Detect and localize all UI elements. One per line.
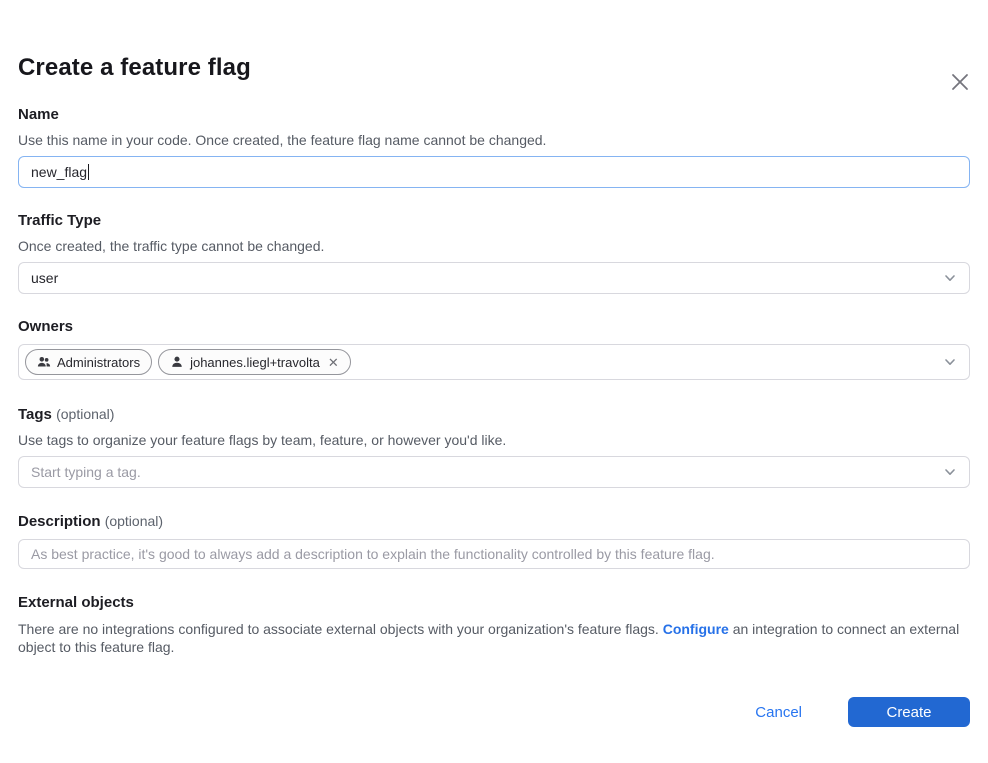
owners-label: Owners [18, 319, 970, 335]
description-input-wrap [18, 539, 970, 569]
external-objects-text-before: There are no integrations configured to … [18, 621, 663, 637]
tags-label-text: Tags [18, 406, 52, 423]
create-button[interactable]: Create [848, 697, 970, 727]
description-label-text: Description [18, 513, 101, 530]
name-input-value: new_flag [31, 164, 87, 180]
traffic-type-select[interactable]: user [18, 262, 970, 294]
close-button[interactable] [946, 68, 974, 96]
configure-link[interactable]: Configure [663, 621, 729, 637]
external-objects-label: External objects [18, 595, 970, 611]
traffic-type-selected-value: user [31, 270, 58, 286]
name-label: Name [18, 107, 970, 123]
name-input[interactable]: new_flag [18, 156, 970, 188]
create-feature-flag-dialog: Create a feature flag Name Use this name… [0, 54, 988, 763]
description-input[interactable] [31, 546, 957, 562]
person-icon [170, 355, 184, 369]
owner-chip-label: Administrators [57, 355, 140, 370]
name-help-text: Use this name in your code. Once created… [18, 132, 970, 148]
tags-label: Tags (optional) [18, 406, 970, 423]
description-optional-text: (optional) [105, 513, 163, 529]
tags-help-text: Use tags to organize your feature flags … [18, 432, 970, 448]
chevron-down-icon [943, 355, 957, 369]
external-objects-text: There are no integrations configured to … [18, 620, 970, 656]
owner-chip-administrators[interactable]: Administrators [25, 349, 152, 375]
owner-chip-label: johannes.liegl+travolta [190, 355, 320, 370]
chevron-down-icon [943, 465, 957, 479]
group-icon [37, 355, 51, 369]
tags-optional-text: (optional) [56, 406, 114, 422]
tags-placeholder: Start typing a tag. [31, 464, 141, 480]
dialog-footer: Cancel Create [18, 697, 970, 727]
remove-owner-icon[interactable]: ✕ [328, 356, 339, 369]
traffic-type-label: Traffic Type [18, 213, 970, 229]
traffic-type-help-text: Once created, the traffic type cannot be… [18, 238, 970, 254]
text-caret [88, 164, 89, 180]
dialog-title: Create a feature flag [18, 54, 970, 82]
description-label: Description (optional) [18, 513, 970, 530]
tags-select[interactable]: Start typing a tag. [18, 456, 970, 488]
owners-select[interactable]: Administrators johannes.liegl+travolta ✕ [18, 344, 970, 380]
chevron-down-icon [943, 271, 957, 285]
cancel-button[interactable]: Cancel [755, 704, 802, 721]
owner-chip-user[interactable]: johannes.liegl+travolta ✕ [158, 349, 351, 375]
close-icon [949, 71, 971, 93]
